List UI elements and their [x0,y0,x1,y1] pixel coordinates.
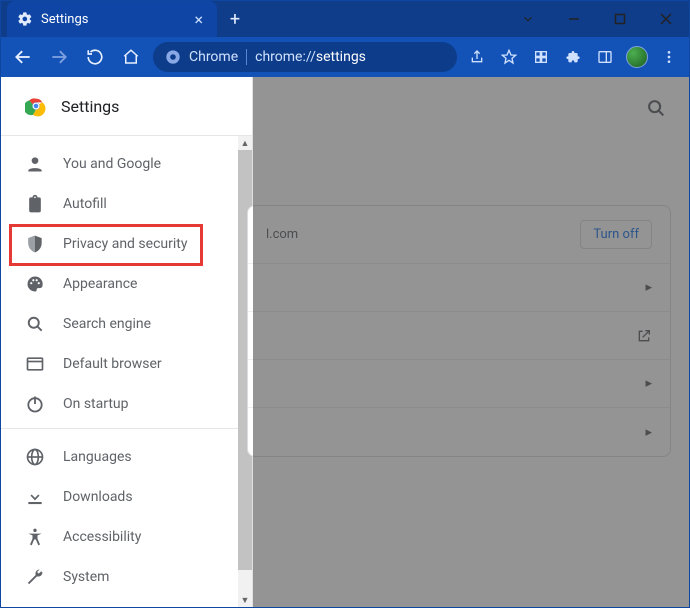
scroll-down-icon[interactable]: ▼ [238,593,252,607]
toolbar: Chrome chrome://settings [1,37,689,77]
sidebar-item-label: Appearance [63,276,137,292]
chrome-small-icon [165,49,181,65]
person-icon [25,154,45,174]
sidebar-item-label: You and Google [63,156,161,172]
sidebar-item-system[interactable]: System [1,557,252,597]
address-label: Chrome [189,49,238,65]
palette-icon [25,274,45,294]
sidebar-item-accessibility[interactable]: Accessibility [1,517,252,557]
address-url: chrome://settings [255,49,366,65]
browser-tab[interactable]: Settings × [7,1,217,37]
bookmark-star-icon[interactable] [497,45,521,69]
sidebar-item-reset-and-clean-up[interactable]: Reset and clean up [1,597,252,607]
sidebar-item-languages[interactable]: Languages [1,437,252,477]
sidebar-item-on-startup[interactable]: On startup [1,384,252,424]
chrome-logo-icon [25,95,47,117]
tab-title: Settings [41,12,190,27]
share-icon[interactable] [465,45,489,69]
sidebar-item-label: Autofill [63,196,107,212]
sidebar-item-appearance[interactable]: Appearance [1,264,252,304]
sidebar-item-privacy-and-security[interactable]: Privacy and security [1,224,252,264]
sidebar-item-downloads[interactable]: Downloads [1,477,252,517]
wrench-icon [25,567,45,587]
sidebar-title: Settings [61,97,119,116]
title-bar: Settings × + [1,1,689,37]
clipboard-icon [25,194,45,214]
browser-window-icon [25,354,45,374]
extensions-puzzle-icon[interactable] [561,45,585,69]
close-window-button[interactable] [643,1,689,37]
power-icon [25,394,45,414]
sidebar-item-label: Accessibility [63,529,141,545]
home-button[interactable] [117,43,145,71]
sidepanel-icon[interactable] [593,45,617,69]
address-bar[interactable]: Chrome chrome://settings [153,42,457,72]
settings-sidebar: Settings You and Google Autofill Privac [1,77,253,607]
sidebar-item-label: System [63,569,109,585]
dim-overlay [253,77,689,607]
sidebar-item-label: On startup [63,396,129,412]
sidebar-header: Settings [1,77,252,135]
app-window: Settings × + [0,0,690,608]
sidebar-menu-advanced: Languages Downloads Accessibility System [1,429,252,607]
search-icon [25,314,45,334]
maximize-button[interactable] [597,1,643,37]
sidebar-item-default-browser[interactable]: Default browser [1,344,252,384]
globe-icon [25,447,45,467]
forward-button[interactable] [45,43,73,71]
window-controls [505,1,689,37]
sidebar-item-label: Languages [63,449,132,465]
sidebar-item-label: Downloads [63,489,133,505]
content-area: Settings You and Google Autofill Privac [1,77,689,607]
new-tab-button[interactable]: + [221,5,249,33]
extension-square-icon[interactable] [529,45,553,69]
reload-button[interactable] [81,43,109,71]
main-panel: l.com Turn off ▸ ▸ [253,77,689,607]
sidebar-item-label: Search engine [63,316,151,332]
shield-icon [25,234,45,254]
sidebar-item-autofill[interactable]: Autofill [1,184,252,224]
scroll-up-icon[interactable]: ▲ [238,136,252,150]
profile-avatar[interactable] [625,45,649,69]
close-tab-button[interactable]: × [190,10,207,29]
gear-icon [17,11,33,27]
sidebar-item-label: Default browser [63,356,162,372]
chevron-down-icon[interactable] [505,1,551,37]
sidebar-item-search-engine[interactable]: Search engine [1,304,252,344]
accessibility-icon [25,527,45,547]
sidebar-menu: You and Google Autofill Privacy and secu… [1,136,252,428]
back-button[interactable] [9,43,37,71]
sidebar-item-you-and-google[interactable]: You and Google [1,144,252,184]
sidebar-item-label: Privacy and security [63,236,187,252]
minimize-button[interactable] [551,1,597,37]
download-icon [25,487,45,507]
address-separator [246,49,247,65]
kebab-menu-icon[interactable] [657,45,681,69]
